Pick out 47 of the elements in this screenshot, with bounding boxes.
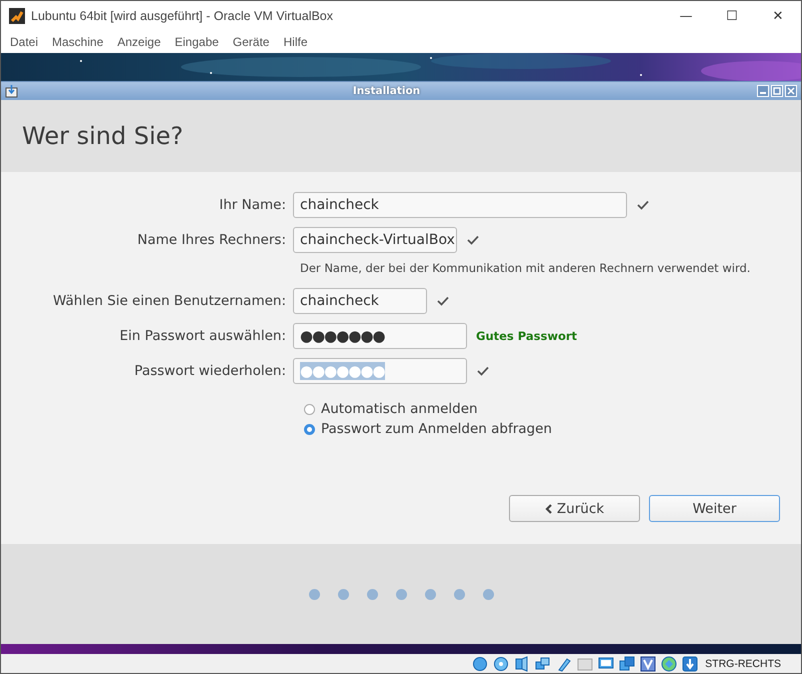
window-title: Lubuntu 64bit [wird ausgeführt] - Oracle VM VirtualBox [31, 9, 334, 23]
input-field[interactable]: chaincheck [293, 192, 627, 218]
chevron-left-icon [544, 504, 553, 514]
page-heading: Wer sind Sie? [22, 122, 184, 150]
menu-item[interactable]: Maschine [45, 35, 110, 49]
menu-item[interactable]: Geräte [226, 35, 276, 49]
maximize-button[interactable] [771, 85, 783, 97]
installer-icon [5, 84, 18, 98]
close-icon [787, 87, 795, 95]
app-logo-icon [9, 8, 25, 24]
checkmark-icon [637, 200, 649, 210]
maximize-button[interactable]: ☐ [709, 1, 755, 31]
radio-label[interactable]: Passwort zum Anmelden abfragen [321, 421, 552, 437]
menu-item[interactable]: Anzeige [110, 35, 168, 49]
close-button[interactable]: ✕ [755, 1, 801, 31]
dialog-title: Installation [352, 85, 422, 97]
radio-label[interactable]: Automatisch anmelden [321, 401, 478, 417]
menu-item[interactable]: Datei [3, 35, 46, 49]
field-label: Ihr Name: [218, 197, 287, 213]
host-key-label: STRG-RECHTS [705, 658, 781, 670]
minimize-button[interactable] [757, 85, 769, 97]
input-field[interactable]: chaincheck-VirtualBox [293, 227, 457, 253]
field-label: Name Ihres Rechners: [136, 232, 287, 248]
speaker-icon[interactable] [514, 656, 530, 672]
minimize-button[interactable]: — [663, 1, 709, 31]
checkmark-icon [477, 366, 489, 376]
field-label: Ein Passwort auswählen: [118, 328, 287, 344]
back-button[interactable]: Zurück [509, 495, 640, 522]
next-button[interactable]: Weiter [649, 495, 780, 522]
menu-item[interactable]: Eingabe [168, 35, 226, 49]
optical-disc-icon[interactable] [493, 656, 510, 672]
download-icon[interactable] [682, 656, 698, 672]
radio-button[interactable] [304, 424, 315, 434]
field-label: Passwort wiederholen: [133, 363, 287, 379]
maximize-icon [773, 87, 781, 95]
network-icon[interactable] [535, 656, 552, 672]
checkmark-icon [467, 235, 479, 245]
password-strength: Gutes Passwort [476, 329, 578, 343]
input-field[interactable]: ●●●●●●● [293, 323, 467, 349]
radio-button[interactable] [304, 404, 315, 414]
display-icon[interactable] [598, 656, 614, 672]
checkmark-icon [437, 296, 449, 306]
close-button[interactable] [785, 85, 797, 97]
field-hint: Der Name, der bei der Kommunikation mit anderen Rechnern verwendet wird. [300, 261, 752, 275]
menu-item[interactable]: Hilfe [276, 35, 314, 49]
input-field[interactable]: chaincheck [293, 288, 427, 314]
field-label: Wählen Sie einen Benutzernamen: [52, 293, 287, 309]
